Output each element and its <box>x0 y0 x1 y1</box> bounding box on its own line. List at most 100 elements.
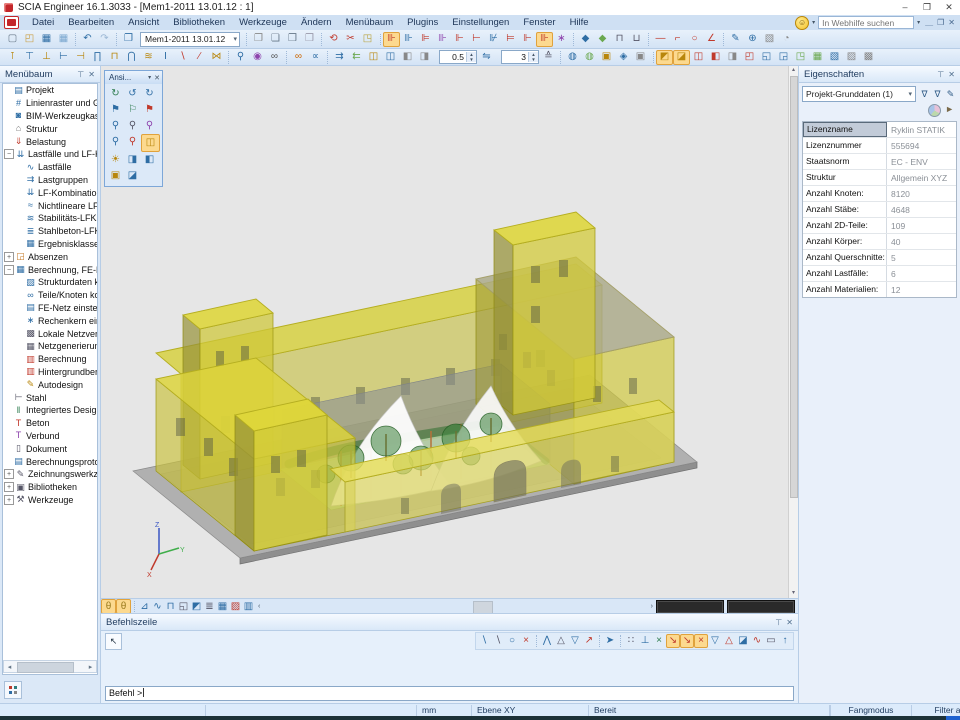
menubar-item[interactable]: Fenster <box>516 16 562 29</box>
save-all-icon[interactable]: ▦ <box>55 32 72 47</box>
window-close-button[interactable]: ✕ <box>938 1 960 15</box>
tree-expander-icon[interactable]: − <box>4 149 14 159</box>
tree-item-lastgruppen[interactable]: ⇉ Lastgruppen <box>15 174 97 187</box>
snap-midpoint-icon[interactable]: ↘ <box>680 634 694 648</box>
document-green-icon[interactable]: ◆ <box>594 32 611 47</box>
load-case-icon[interactable]: ⊪ <box>383 32 400 47</box>
snap-ortho-icon[interactable]: ▽ <box>708 634 722 648</box>
close-icon[interactable]: ✕ <box>946 70 957 79</box>
scroll-up-icon[interactable]: ▴ <box>789 66 798 75</box>
free-load-icon[interactable]: ⋈ <box>208 50 225 65</box>
undo-icon[interactable]: ↶ <box>79 32 96 47</box>
model-viewport[interactable]: Z Y X Ansi... ▾ ✕ ↻↺↻⚑⚐⚑⚲⚲⚲⚲⚲◫☀◨◧▣◪ ▴ ▾ <box>101 66 798 598</box>
open-file-icon[interactable]: ◰ <box>21 32 38 47</box>
render-solid-icon[interactable]: ▣ <box>598 50 615 65</box>
zoom-in-icon[interactable]: ⚲ <box>107 118 124 134</box>
link-off-icon[interactable]: ∝ <box>307 50 324 65</box>
seismic-icon[interactable]: ⊨ <box>502 32 519 47</box>
snap-perp-icon[interactable]: ⊥ <box>638 634 652 648</box>
menubar-item[interactable]: Werkzeuge <box>232 16 294 29</box>
tree-item-berechnung[interactable]: ▥ Berechnung <box>15 353 97 366</box>
tree-item-berechnung-fenetz[interactable]: − ▦ Berechnung, FE-Netz <box>3 263 97 276</box>
menubar-item[interactable]: Bearbeiten <box>61 16 121 29</box>
layer-down-icon[interactable]: ◨ <box>416 50 433 65</box>
combination-icon[interactable]: ⊫ <box>417 32 434 47</box>
scroll-down-icon[interactable]: ▾ <box>789 589 798 598</box>
project-folder-icon[interactable]: ◳ <box>359 32 376 47</box>
info-icon[interactable]: ◔ <box>778 32 795 47</box>
palette-close-icon[interactable]: ✕ <box>151 74 160 82</box>
glasses-icon[interactable]: ∞ <box>266 50 283 65</box>
tree-expander-icon[interactable]: + <box>4 469 14 479</box>
balance-icon[interactable]: ≙ <box>540 50 557 65</box>
close-icon[interactable]: ✕ <box>784 618 795 627</box>
tree-item-nichtlineare[interactable]: ≈ Nichtlineare LF-Kombin <box>15 199 97 212</box>
property-row[interactable]: Staatsnorm EC - ENV <box>803 154 956 170</box>
hinge-icon[interactable]: I <box>157 50 174 65</box>
node-icon[interactable]: ≋ <box>140 50 157 65</box>
property-row[interactable]: Anzahl Stäbe: 4648 <box>803 202 956 218</box>
result-hatch-icon[interactable]: ▨ <box>229 600 242 613</box>
rotate-view-icon[interactable]: ↻ <box>107 86 124 102</box>
clip-plane-icon[interactable]: ◧ <box>141 152 158 168</box>
view-direction-icon[interactable]: ⚑ <box>107 102 124 118</box>
pie-chart-icon[interactable] <box>928 104 941 117</box>
result-grid-icon[interactable]: ▦ <box>216 600 229 613</box>
combo-chevron-icon[interactable]: ▾ <box>908 90 912 98</box>
tree-item-hintergrund[interactable]: ▥ Hintergrundberechnung <box>15 366 97 379</box>
tree-item-lf-kombinationen[interactable]: ⇊ LF-Kombinationen <box>15 186 97 199</box>
tree-item-beton[interactable]: T Beton <box>3 417 97 430</box>
select-cursor-button[interactable]: ↖ <box>105 633 122 650</box>
clip-box-icon[interactable]: ◨ <box>124 152 141 168</box>
view-toggle-dimensions-icon[interactable]: ▨ <box>843 50 860 65</box>
zoom-selection-icon[interactable]: ⚲ <box>124 134 141 150</box>
snap-cursor-icon[interactable]: ➤ <box>603 634 617 648</box>
tree-item-verbund[interactable]: T Verbund <box>3 430 97 443</box>
tree-item-absenzen[interactable]: + ◲ Absenzen <box>3 250 97 263</box>
menubar-item[interactable]: Hilfe <box>563 16 596 29</box>
section-theta-icon[interactable]: θ <box>101 599 116 614</box>
snap-cross-icon[interactable]: × <box>652 634 666 648</box>
smiley-dropdown-icon[interactable]: ▾ <box>812 19 815 26</box>
scroll-thumb[interactable] <box>790 76 798 498</box>
draw-polyline-icon[interactable]: ⌐ <box>669 32 686 47</box>
light-icon[interactable]: ☀ <box>107 152 124 168</box>
tree-item-autodesign[interactable]: ✎ Autodesign <box>15 378 97 391</box>
load-icon[interactable]: ∕ <box>191 50 208 65</box>
load-group-icon[interactable]: ⊪ <box>400 32 417 47</box>
save-icon[interactable]: ▦ <box>38 32 55 47</box>
render-wire-icon[interactable]: ◍ <box>581 50 598 65</box>
snap-peak-icon[interactable]: ⋀ <box>540 634 554 648</box>
refresh-icon[interactable]: ⟲ <box>325 32 342 47</box>
new-view-icon[interactable]: ❏ <box>267 32 284 47</box>
view-toggle-axes-icon[interactable]: ◰ <box>741 50 758 65</box>
tree-item-netzgenerierung[interactable]: ▦ Netzgenerierung <box>15 340 97 353</box>
snap-intersection-icon[interactable]: × <box>694 634 708 648</box>
load-scale-spinner[interactable]: 3 ▲▼ <box>501 50 539 64</box>
tree-mode-button[interactable] <box>4 681 22 699</box>
zoom-select-icon[interactable]: ⚲ <box>232 50 249 65</box>
wall-icon[interactable]: ⊢ <box>55 50 72 65</box>
tree-item-teile-knoten[interactable]: ∞ Teile/Knoten koppeln <box>15 289 97 302</box>
render-mode-icon[interactable]: ◍ <box>564 50 581 65</box>
action-arrow-icon[interactable]: ► <box>945 104 954 117</box>
tree-item-zeichnung[interactable]: + ✎ Zeichnungswerkzeuge <box>3 468 97 481</box>
snap-lightning-icon[interactable]: ∿ <box>750 634 764 648</box>
measure-icon[interactable]: ⊕ <box>744 32 761 47</box>
tree-item-dokument[interactable]: ▯ Dokument <box>3 442 97 455</box>
snap-triangle-icon[interactable]: △ <box>554 634 568 648</box>
snap-endpoint-icon[interactable]: ↘ <box>666 634 680 648</box>
view-toggle-rendering-icon[interactable]: ◪ <box>673 50 690 65</box>
view-toggle-supports-icon[interactable]: ◫ <box>690 50 707 65</box>
tree-item-bibliotheken[interactable]: + ▣ Bibliotheken <box>3 481 97 494</box>
view-toggle-nodes-icon[interactable]: ◱ <box>758 50 775 65</box>
delete-zoom-icon[interactable]: ◫ <box>141 134 160 152</box>
close-view-icon[interactable]: ❐ <box>250 32 267 47</box>
menubar-item[interactable]: Plugins <box>400 16 445 29</box>
tree-item-ergebnisklassen[interactable]: ▦ Ergebnisklassen <box>15 238 97 251</box>
tree-expander-icon[interactable]: − <box>4 265 14 275</box>
doc-close-button[interactable]: ✕ <box>946 18 957 27</box>
annotate-icon[interactable]: ✎ <box>727 32 744 47</box>
spinner-arrows[interactable]: ▲▼ <box>466 52 476 62</box>
redo-icon[interactable]: ↷ <box>96 32 113 47</box>
